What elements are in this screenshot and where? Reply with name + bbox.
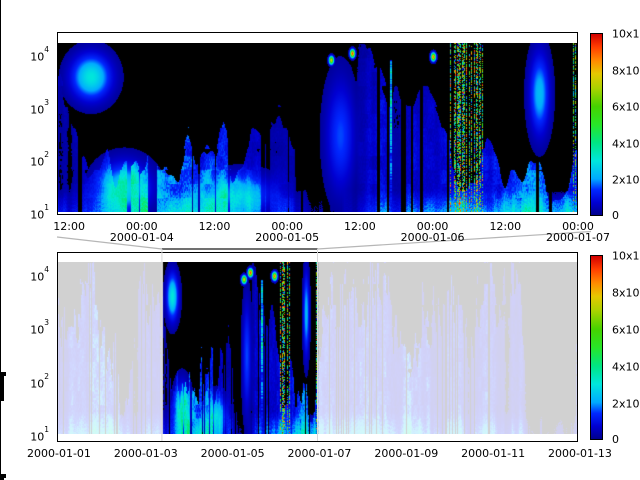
x-date-label: 2000-01-04 — [102, 232, 182, 244]
detail-colorbar-wedge[interactable] — [590, 33, 603, 216]
y-tick-label: 101 — [14, 430, 49, 444]
context-spectrogram-canvas[interactable] — [58, 262, 577, 434]
x-tick-label: 2000-01-07 — [288, 448, 348, 460]
x-major-tick — [0, 35, 1, 42]
colorbar-tick-label: 8x107 — [612, 64, 640, 78]
x-tick-label: 2000-01-13 — [548, 448, 608, 460]
colorbar-tick-label: 10x107 — [612, 27, 640, 41]
x-tick-label: 12:00 — [185, 221, 245, 233]
x-tick-label: 12:00 — [39, 221, 99, 233]
x-major-tick — [0, 7, 1, 14]
colorbar-tick-label: 8x107 — [612, 286, 640, 300]
x-major-tick — [0, 443, 1, 450]
x-major-tick — [0, 401, 1, 408]
x-tick-label: 2000-01-01 — [27, 448, 87, 460]
colorbar-tick-label: 6x107 — [612, 323, 640, 337]
colorbar-tick-label: 4x107 — [612, 360, 640, 374]
y-tick-label: 103 — [14, 323, 49, 337]
colorbar-tick-label: 2x107 — [612, 397, 640, 411]
x-major-tick — [0, 21, 1, 28]
y-tick-label: 101 — [14, 208, 49, 222]
x-major-tick — [0, 415, 1, 422]
y-tick-label: 102 — [14, 377, 49, 391]
x-tick-label: 2000-01-03 — [114, 448, 174, 460]
detail-spectrogram-canvas[interactable] — [58, 43, 577, 212]
colorbar-tick-label: 6x107 — [612, 100, 640, 114]
y-tick-label: 103 — [14, 103, 49, 117]
colorbar-tick-label: 0 — [612, 434, 640, 446]
colorbar-tick-label: 0 — [612, 210, 640, 222]
colorbar-tick-label: 4x107 — [612, 137, 640, 151]
spectrogram-figure: 12:0000:002000-01-0412:0000:002000-01-05… — [0, 0, 640, 480]
colorbar-tick-label: 2x107 — [612, 173, 640, 187]
x-tick-label: 12:00 — [475, 221, 535, 233]
colorbar-tick-label: 10x107 — [612, 249, 640, 263]
context-highlight-region[interactable] — [162, 249, 318, 441]
x-tick-label: 2000-01-05 — [201, 448, 261, 460]
x-date-label: 2000-01-05 — [247, 232, 327, 244]
x-tick-label: 2000-01-09 — [374, 448, 434, 460]
x-major-tick — [0, 429, 1, 436]
x-date-label: 2000-01-06 — [393, 232, 473, 244]
context-colorbar-wedge[interactable] — [590, 255, 603, 440]
y-tick-label: 104 — [14, 50, 49, 64]
x-major-tick — [0, 49, 1, 56]
y-tick-label: 102 — [14, 155, 49, 169]
x-major-tick — [0, 14, 1, 21]
x-tick-label: 2000-01-11 — [461, 448, 521, 460]
x-date-label: 2000-01-07 — [538, 232, 618, 244]
x-major-tick — [0, 436, 1, 443]
x-major-tick — [0, 422, 1, 429]
y-tick-label: 104 — [14, 270, 49, 284]
x-major-tick — [0, 0, 1, 7]
x-major-tick — [0, 28, 1, 35]
x-major-tick — [0, 42, 1, 49]
x-tick-label: 12:00 — [330, 221, 390, 233]
x-major-tick — [0, 408, 1, 415]
